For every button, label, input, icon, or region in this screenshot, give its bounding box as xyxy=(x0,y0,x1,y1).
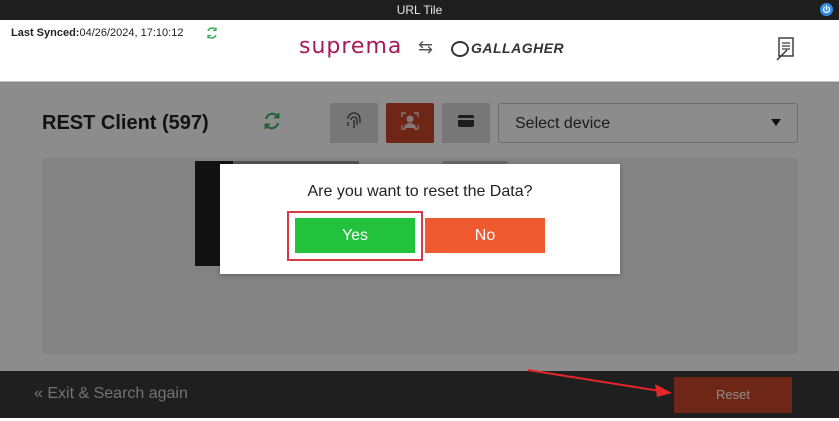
integration-arrows-icon: ⇆ xyxy=(418,37,434,57)
reset-confirm-dialog: Are you want to reset the Data? Yes No xyxy=(220,164,620,274)
document-icon[interactable] xyxy=(773,36,797,67)
yes-button[interactable]: Yes xyxy=(295,218,415,253)
app-header: Last Synced:04/26/2024, 17:10:12 suprema… xyxy=(0,20,839,82)
app-window: URL Tile Last Synced:04/26/2024, 17:10:1… xyxy=(0,0,839,421)
gallagher-mark-icon xyxy=(451,41,469,58)
power-icon[interactable] xyxy=(820,3,833,16)
title-bar: URL Tile xyxy=(0,0,839,20)
no-button[interactable]: No xyxy=(425,218,545,253)
last-synced-value: 04/26/2024, 17:10:12 xyxy=(79,27,184,39)
last-synced: Last Synced:04/26/2024, 17:10:12 xyxy=(11,27,183,39)
window-title: URL Tile xyxy=(396,3,443,17)
gallagher-logo: GALLAGHER xyxy=(451,40,565,58)
gallagher-logo-text: GALLAGHER xyxy=(471,40,565,56)
sync-icon[interactable] xyxy=(205,26,219,45)
suprema-logo: suprema xyxy=(299,34,403,59)
dialog-question: Are you want to reset the Data? xyxy=(307,183,533,200)
last-synced-label: Last Synced: xyxy=(11,27,80,39)
